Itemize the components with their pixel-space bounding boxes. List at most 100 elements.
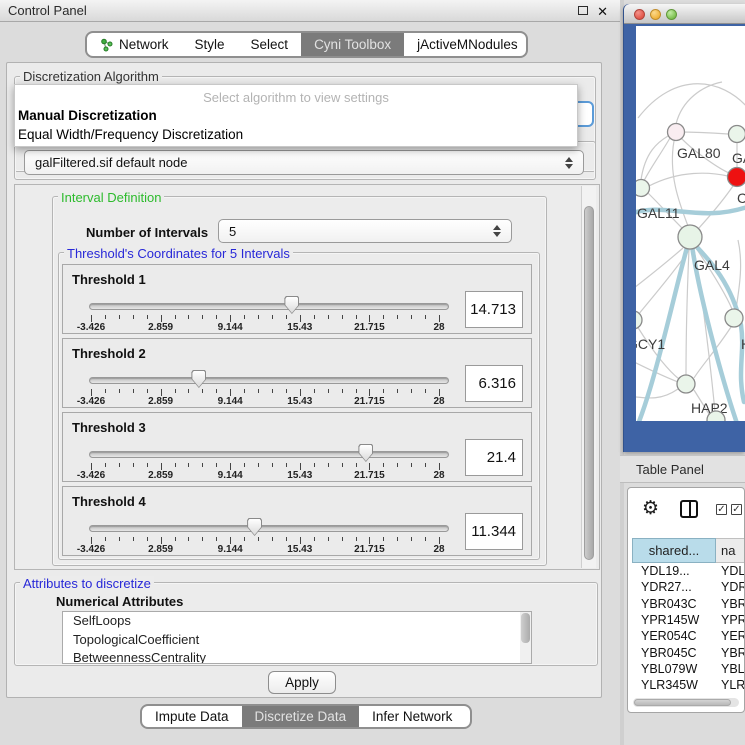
table-row[interactable]: YPR145WYPR1: [632, 612, 745, 628]
table-row[interactable]: YER054CYER0: [632, 628, 745, 644]
table-row[interactable]: YDL19...YDL1: [632, 563, 745, 579]
minor-tick: [425, 315, 426, 319]
network-node[interactable]: [636, 311, 642, 329]
settings-scrollbar-thumb[interactable]: [584, 206, 594, 560]
major-tick: [161, 315, 162, 322]
network-node[interactable]: [729, 126, 745, 143]
table-data-combobox[interactable]: galFiltered.sif default node: [24, 150, 584, 175]
table-panel-titlebar: Table Panel: [620, 455, 745, 483]
table-row[interactable]: YDR27...YDR2: [632, 579, 745, 595]
minor-tick: [356, 537, 357, 541]
minor-tick: [244, 537, 245, 541]
major-tick: [91, 463, 92, 470]
popup-option-equal-width-frequency[interactable]: Equal Width/Frequency Discretization: [18, 127, 243, 142]
threshold-slider-track[interactable]: [89, 451, 449, 458]
threshold-slider-thumb[interactable]: [284, 296, 299, 314]
threshold-slider-track[interactable]: [89, 303, 449, 310]
apply-button[interactable]: Apply: [268, 671, 336, 694]
network-node[interactable]: [725, 309, 743, 327]
split-columns-icon[interactable]: [680, 500, 698, 518]
minor-tick: [397, 389, 398, 393]
threshold-label: Threshold 1: [72, 272, 146, 287]
close-icon[interactable]: ✕: [597, 2, 608, 23]
tab-infer-network[interactable]: Infer Network: [359, 706, 465, 727]
table-row[interactable]: YLR345WYLR3: [632, 677, 745, 693]
major-tick: [230, 463, 231, 470]
tab-jactivemnodules[interactable]: jActiveMNodules: [404, 33, 528, 56]
major-tick: [369, 463, 370, 470]
major-tick: [230, 315, 231, 322]
tab-discretize-data[interactable]: Discretize Data: [242, 706, 360, 727]
minor-tick: [105, 537, 106, 541]
mac-minimize-icon[interactable]: [650, 9, 661, 20]
mac-close-icon[interactable]: [634, 9, 645, 20]
threshold-slider-thumb[interactable]: [247, 518, 262, 536]
tick-label: 9.144: [207, 470, 253, 481]
minor-tick: [258, 315, 259, 319]
tick-label: 28: [416, 322, 462, 333]
number-of-intervals-label: Number of Intervals: [86, 225, 208, 240]
float-window-icon[interactable]: [578, 6, 588, 15]
table-row[interactable]: YBR045CYBR0: [632, 644, 745, 660]
attribute-list-item[interactable]: TopologicalCoefficient: [63, 631, 531, 650]
minor-tick: [216, 389, 217, 393]
network-node-label: GAL11: [637, 205, 680, 221]
numerical-attributes-list[interactable]: SelfLoopsTopologicalCoefficientBetweenne…: [62, 611, 532, 664]
attribute-list-item[interactable]: SelfLoops: [63, 612, 531, 631]
column-header-shared-name[interactable]: shared...: [632, 538, 716, 563]
table-row[interactable]: YBR043CYBR0: [632, 596, 745, 612]
minor-tick: [216, 315, 217, 319]
table-row[interactable]: YBL079WYBL0: [632, 661, 745, 677]
column-header-name[interactable]: na: [716, 538, 745, 563]
network-node[interactable]: [636, 180, 650, 197]
network-node[interactable]: [678, 225, 702, 249]
control-panel-titlebar: Control Panel ✕: [0, 0, 620, 22]
threshold-slider-thumb[interactable]: [358, 444, 373, 462]
threshold-value-field[interactable]: 11.344: [465, 513, 523, 550]
table-hscrollbar[interactable]: [633, 698, 739, 707]
tick-label: 21.715: [346, 396, 392, 407]
network-node[interactable]: [728, 168, 745, 187]
cell-shared-name: YIL052C: [632, 695, 716, 697]
threshold-value-field[interactable]: 21.4: [465, 439, 523, 476]
threshold-slider-thumb[interactable]: [191, 370, 206, 388]
network-node-label: C: [737, 190, 745, 206]
cell-shared-name: YLR345W: [632, 678, 716, 692]
network-node[interactable]: [677, 375, 695, 393]
tab-impute-data[interactable]: Impute Data: [142, 706, 242, 727]
minor-tick: [342, 315, 343, 319]
tab-select[interactable]: Select: [238, 33, 302, 56]
network-node[interactable]: [668, 124, 685, 141]
table-row[interactable]: YIL052CYIL0: [632, 693, 745, 697]
threshold-value-field[interactable]: 6.316: [465, 365, 523, 402]
interval-definition-label: Interval Definition: [58, 190, 164, 205]
tick-label: 15.43: [277, 470, 323, 481]
tick-label: 2.859: [138, 396, 184, 407]
tab-style[interactable]: Style: [182, 33, 238, 56]
checkbox-icon[interactable]: ✓: [716, 504, 727, 515]
checkbox-icon[interactable]: ✓: [731, 504, 742, 515]
tab-network[interactable]: Network: [87, 33, 182, 56]
number-of-intervals-spinner[interactable]: 5: [218, 219, 512, 243]
minor-tick: [147, 315, 148, 319]
threshold-slider-track[interactable]: [89, 377, 449, 384]
attribute-list-item[interactable]: BetweennessCentrality: [63, 649, 531, 664]
tick-label: 9.144: [207, 544, 253, 555]
table-hscrollbar-thumb[interactable]: [634, 699, 731, 706]
minor-tick: [175, 389, 176, 393]
tab-cyni-toolbox[interactable]: Cyni Toolbox: [301, 33, 404, 56]
mac-zoom-icon[interactable]: [666, 9, 677, 20]
network-canvas[interactable]: GAL80GACGAL11GAL4GCY1HHAP2: [636, 26, 745, 421]
cell-name: YDL1: [716, 564, 745, 578]
gear-icon[interactable]: ⚙: [642, 497, 659, 519]
minor-tick: [425, 389, 426, 393]
popup-option-manual-discretization[interactable]: Manual Discretization: [18, 108, 157, 123]
major-tick: [91, 537, 92, 544]
threshold-value-field[interactable]: 14.713: [465, 291, 523, 328]
thresholds-group-label: Threshold's Coordinates for 5 Intervals: [64, 246, 293, 261]
attributes-scrollbar[interactable]: [520, 612, 531, 663]
network-node-label: GAL4: [694, 257, 730, 273]
minor-tick: [202, 537, 203, 541]
threshold-slider-track[interactable]: [89, 525, 449, 532]
minor-tick: [258, 463, 259, 467]
